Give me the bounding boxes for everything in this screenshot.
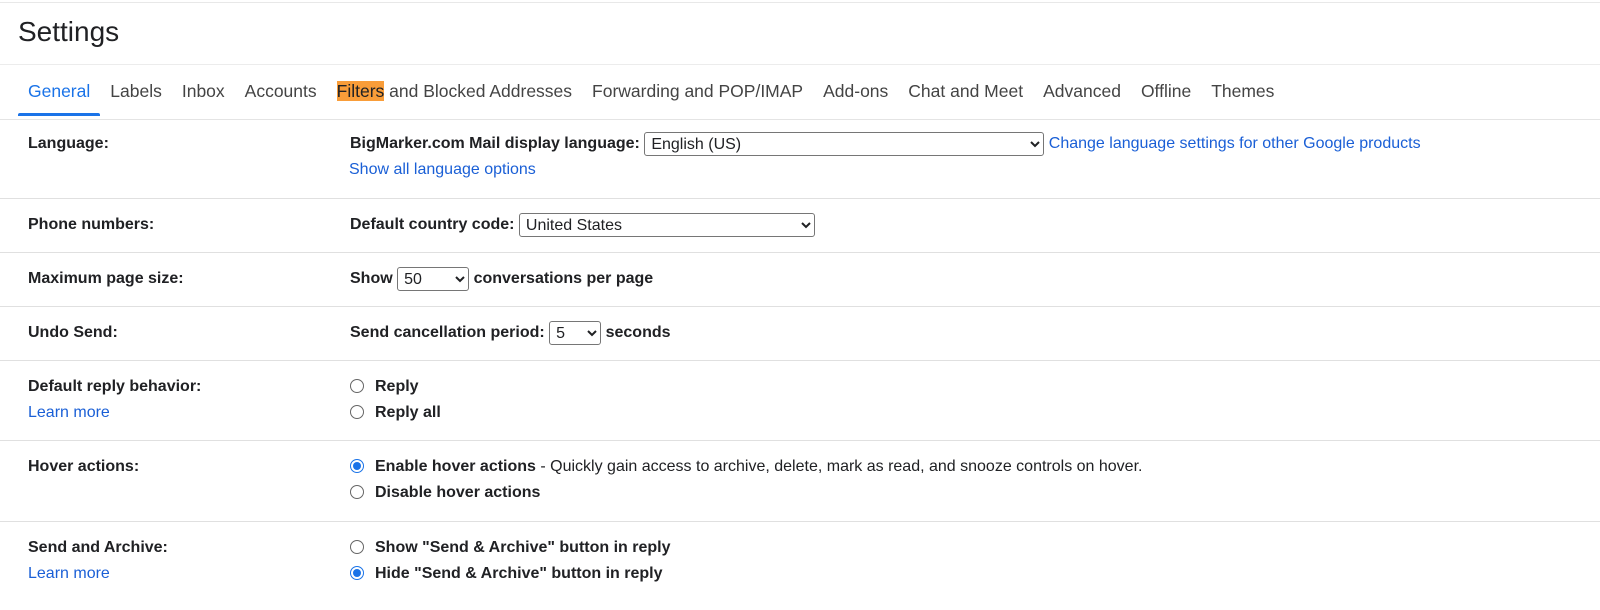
hide-send-archive-option[interactable]: Hide "Send & Archive" button in reply — [350, 561, 671, 587]
tab-general[interactable]: General — [18, 79, 101, 116]
change-language-link[interactable]: Change language settings for other Googl… — [1049, 135, 1421, 152]
tab-accounts[interactable]: Accounts — [235, 79, 327, 116]
disable-hover-option[interactable]: Disable hover actions — [350, 480, 1142, 506]
learn-more-link[interactable]: Learn more — [28, 404, 110, 421]
page-title: Settings — [18, 16, 120, 47]
setting-label: Default reply behavior: — [28, 378, 202, 395]
field-label: Show — [350, 270, 393, 288]
option-label: Show "Send & Archive" button in reply — [375, 539, 671, 556]
tab-filters-rest: and Blocked Addresses — [384, 81, 573, 101]
tab-chat-meet[interactable]: Chat and Meet — [898, 79, 1033, 116]
tab-themes[interactable]: Themes — [1201, 79, 1284, 116]
setting-language: Language: BigMarker.com Mail display lan… — [0, 119, 1600, 199]
radio-button-checked[interactable] — [350, 565, 364, 580]
settings-tabs: General Labels Inbox Accounts Filters an… — [0, 64, 1600, 120]
reply-all-option[interactable]: Reply all — [350, 400, 441, 426]
option-label: Reply — [375, 378, 419, 395]
tab-forwarding[interactable]: Forwarding and POP/IMAP — [582, 79, 813, 116]
field-label: BigMarker.com Mail display language: — [350, 135, 640, 153]
field-label: Send cancellation period: — [350, 324, 545, 342]
radio-button[interactable] — [350, 378, 364, 393]
page-size-select[interactable]: 50 — [397, 267, 470, 291]
setting-label: Send and Archive: — [28, 539, 168, 556]
setting-label: Maximum page size: — [28, 270, 184, 287]
tab-filters[interactable]: Filters and Blocked Addresses — [327, 79, 582, 116]
top-divider — [0, 2, 1600, 3]
tab-addons[interactable]: Add-ons — [813, 79, 898, 116]
radio-button-checked[interactable] — [350, 458, 364, 473]
setting-label: Phone numbers: — [28, 216, 155, 233]
option-label: Hide "Send & Archive" button in reply — [375, 565, 663, 582]
setting-send-archive: Send and Archive: Learn more Show "Send … — [0, 522, 1600, 610]
show-send-archive-option[interactable]: Show "Send & Archive" button in reply — [350, 535, 671, 561]
radio-button[interactable] — [350, 484, 364, 499]
setting-label: Undo Send: — [28, 324, 118, 341]
field-suffix: seconds — [605, 324, 671, 342]
country-code-select[interactable]: United States — [518, 213, 815, 237]
field-suffix: conversations per page — [473, 270, 654, 288]
enable-hover-option[interactable]: Enable hover actions - Quickly gain acce… — [350, 454, 1142, 480]
tab-inbox[interactable]: Inbox — [172, 79, 235, 116]
learn-more-link[interactable]: Learn more — [28, 565, 110, 582]
setting-phone-numbers: Phone numbers: Default country code: Uni… — [0, 199, 1600, 253]
tab-offline[interactable]: Offline — [1131, 79, 1201, 116]
show-all-languages-link[interactable]: Show all language options — [349, 161, 536, 178]
option-label: Disable hover actions — [375, 484, 541, 501]
option-label: Reply all — [375, 404, 441, 421]
search-highlight: Filters — [336, 81, 385, 101]
language-select[interactable]: English (US) — [644, 132, 1045, 156]
tab-labels[interactable]: Labels — [100, 79, 172, 116]
setting-hover-actions: Hover actions: Enable hover actions - Qu… — [0, 441, 1600, 522]
radio-button[interactable] — [350, 404, 364, 419]
setting-undo-send: Undo Send: Send cancellation period: 5 s… — [0, 307, 1600, 361]
setting-label: Language: — [28, 135, 109, 152]
setting-page-size: Maximum page size: Show 50 conversations… — [0, 253, 1600, 307]
reply-option[interactable]: Reply — [350, 374, 441, 400]
setting-label: Hover actions: — [28, 458, 140, 475]
tab-advanced[interactable]: Advanced — [1033, 79, 1131, 116]
radio-button[interactable] — [350, 539, 364, 554]
option-description: - Quickly gain access to archive, delete… — [535, 458, 1143, 475]
cancellation-period-select[interactable]: 5 — [549, 321, 602, 345]
setting-default-reply: Default reply behavior: Learn more Reply… — [0, 361, 1600, 441]
option-label: Enable hover actions — [375, 458, 536, 475]
field-label: Default country code: — [350, 216, 515, 234]
